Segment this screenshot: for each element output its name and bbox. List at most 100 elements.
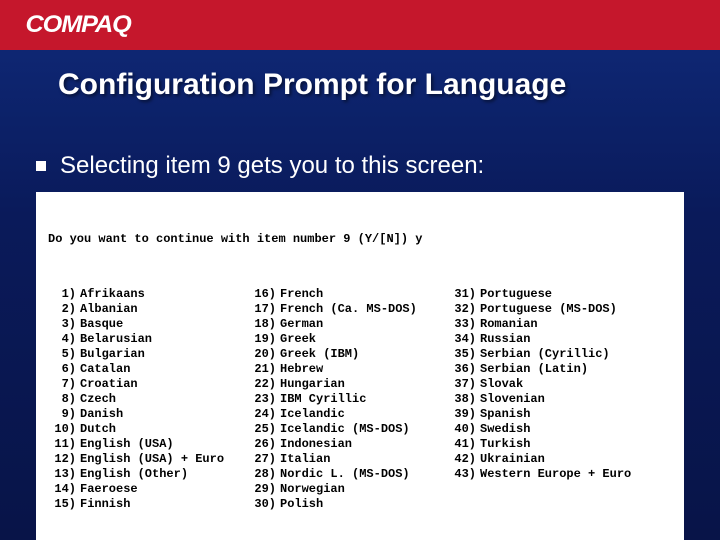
terminal-language-cell: 11)English (USA) <box>48 437 248 452</box>
terminal-language-cell: 29)Norwegian <box>248 482 448 497</box>
lang-number: 38) <box>448 392 480 407</box>
terminal-language-cell: 25)Icelandic (MS-DOS) <box>248 422 448 437</box>
terminal-language-row: 6)Catalan21)Hebrew36)Serbian (Latin) <box>48 362 672 377</box>
bullet-marker-icon <box>36 161 46 171</box>
terminal-language-cell: 14)Faeroese <box>48 482 248 497</box>
lang-number: 13) <box>48 467 80 482</box>
lang-name: French <box>280 287 323 302</box>
lang-number: 12) <box>48 452 80 467</box>
terminal-language-cell: 34)Russian <box>448 332 668 347</box>
terminal-language-cell: 7)Croatian <box>48 377 248 392</box>
lang-name: Western Europe + Euro <box>480 467 631 482</box>
terminal-language-cell: 35)Serbian (Cyrillic) <box>448 347 668 362</box>
terminal-language-cell: 23)IBM Cyrillic <box>248 392 448 407</box>
lang-number: 16) <box>248 287 280 302</box>
terminal-language-cell: 30)Polish <box>248 497 448 512</box>
terminal-language-cell: 9)Danish <box>48 407 248 422</box>
lang-number: 27) <box>248 452 280 467</box>
lang-number: 8) <box>48 392 80 407</box>
lang-name: Polish <box>280 497 323 512</box>
lang-name: French (Ca. MS-DOS) <box>280 302 417 317</box>
lang-name: Albanian <box>80 302 138 317</box>
lang-name: Faeroese <box>80 482 138 497</box>
lang-number: 18) <box>248 317 280 332</box>
terminal-language-cell: 13)English (Other) <box>48 467 248 482</box>
terminal-language-row: 5)Bulgarian20)Greek (IBM)35)Serbian (Cyr… <box>48 347 672 362</box>
lang-number: 19) <box>248 332 280 347</box>
lang-name: Romanian <box>480 317 538 332</box>
lang-name: Ukrainian <box>480 452 545 467</box>
terminal-language-row: 11)English (USA)26)Indonesian41)Turkish <box>48 437 672 452</box>
lang-number: 32) <box>448 302 480 317</box>
lang-number <box>448 482 480 497</box>
lang-name: Portuguese <box>480 287 552 302</box>
terminal-language-cell: 3)Basque <box>48 317 248 332</box>
lang-name: Icelandic <box>280 407 345 422</box>
terminal-language-table: 1)Afrikaans16)French31)Portuguese2)Alban… <box>48 287 672 512</box>
lang-number: 14) <box>48 482 80 497</box>
slide: COMPAQ Configuration Prompt for Language… <box>0 0 720 540</box>
terminal-language-cell: 36)Serbian (Latin) <box>448 362 668 377</box>
lang-name: Slovak <box>480 377 523 392</box>
terminal-language-row: 10)Dutch25)Icelandic (MS-DOS)40)Swedish <box>48 422 672 437</box>
terminal-language-cell: 39)Spanish <box>448 407 668 422</box>
lang-number: 42) <box>448 452 480 467</box>
lang-name: English (USA) + Euro <box>80 452 224 467</box>
lang-name: Hebrew <box>280 362 323 377</box>
brand-bar: COMPAQ <box>0 0 720 50</box>
lang-name: Afrikaans <box>80 287 145 302</box>
lang-number: 37) <box>448 377 480 392</box>
terminal-language-cell <box>448 482 668 497</box>
terminal-language-cell: 32)Portuguese (MS-DOS) <box>448 302 668 317</box>
compaq-logo: COMPAQ <box>25 11 130 39</box>
lang-number: 22) <box>248 377 280 392</box>
terminal-language-cell: 17)French (Ca. MS-DOS) <box>248 302 448 317</box>
lang-number: 33) <box>448 317 480 332</box>
terminal-language-cell: 20)Greek (IBM) <box>248 347 448 362</box>
lang-name: Greek <box>280 332 316 347</box>
lang-name: Slovenian <box>480 392 545 407</box>
lang-number: 6) <box>48 362 80 377</box>
lang-number: 9) <box>48 407 80 422</box>
lang-name: IBM Cyrillic <box>280 392 366 407</box>
terminal-language-cell: 37)Slovak <box>448 377 668 392</box>
lang-name: Danish <box>80 407 123 422</box>
terminal-language-row: 1)Afrikaans16)French31)Portuguese <box>48 287 672 302</box>
terminal-language-cell: 16)French <box>248 287 448 302</box>
lang-name: Russian <box>480 332 530 347</box>
bullet-row: Selecting item 9 gets you to this screen… <box>0 102 720 188</box>
terminal-language-cell: 8)Czech <box>48 392 248 407</box>
lang-number: 31) <box>448 287 480 302</box>
lang-name: German <box>280 317 323 332</box>
terminal-language-cell: 10)Dutch <box>48 422 248 437</box>
terminal-language-cell: 12)English (USA) + Euro <box>48 452 248 467</box>
bullet-text: Selecting item 9 gets you to this screen… <box>60 152 484 180</box>
lang-name: Serbian (Latin) <box>480 362 588 377</box>
lang-name: Finnish <box>80 497 130 512</box>
terminal-confirm-prompt: Do you want to continue with item number… <box>48 232 672 247</box>
terminal-language-row: 8)Czech23)IBM Cyrillic38)Slovenian <box>48 392 672 407</box>
lang-number: 7) <box>48 377 80 392</box>
lang-name: Dutch <box>80 422 116 437</box>
lang-name: Czech <box>80 392 116 407</box>
lang-number: 15) <box>48 497 80 512</box>
lang-number: 25) <box>248 422 280 437</box>
lang-number: 39) <box>448 407 480 422</box>
lang-number: 36) <box>448 362 480 377</box>
terminal-language-cell: 21)Hebrew <box>248 362 448 377</box>
lang-number: 30) <box>248 497 280 512</box>
terminal-language-cell: 43)Western Europe + Euro <box>448 467 668 482</box>
lang-number: 23) <box>248 392 280 407</box>
terminal-language-cell: 26)Indonesian <box>248 437 448 452</box>
lang-number: 20) <box>248 347 280 362</box>
page-title: Configuration Prompt for Language <box>0 50 720 102</box>
lang-number: 40) <box>448 422 480 437</box>
lang-name: Greek (IBM) <box>280 347 359 362</box>
terminal-language-cell: 41)Turkish <box>448 437 668 452</box>
lang-name: English (Other) <box>80 467 188 482</box>
lang-number: 41) <box>448 437 480 452</box>
lang-name: Hungarian <box>280 377 345 392</box>
terminal-language-cell: 2)Albanian <box>48 302 248 317</box>
terminal-language-cell: 27)Italian <box>248 452 448 467</box>
terminal-language-cell: 15)Finnish <box>48 497 248 512</box>
